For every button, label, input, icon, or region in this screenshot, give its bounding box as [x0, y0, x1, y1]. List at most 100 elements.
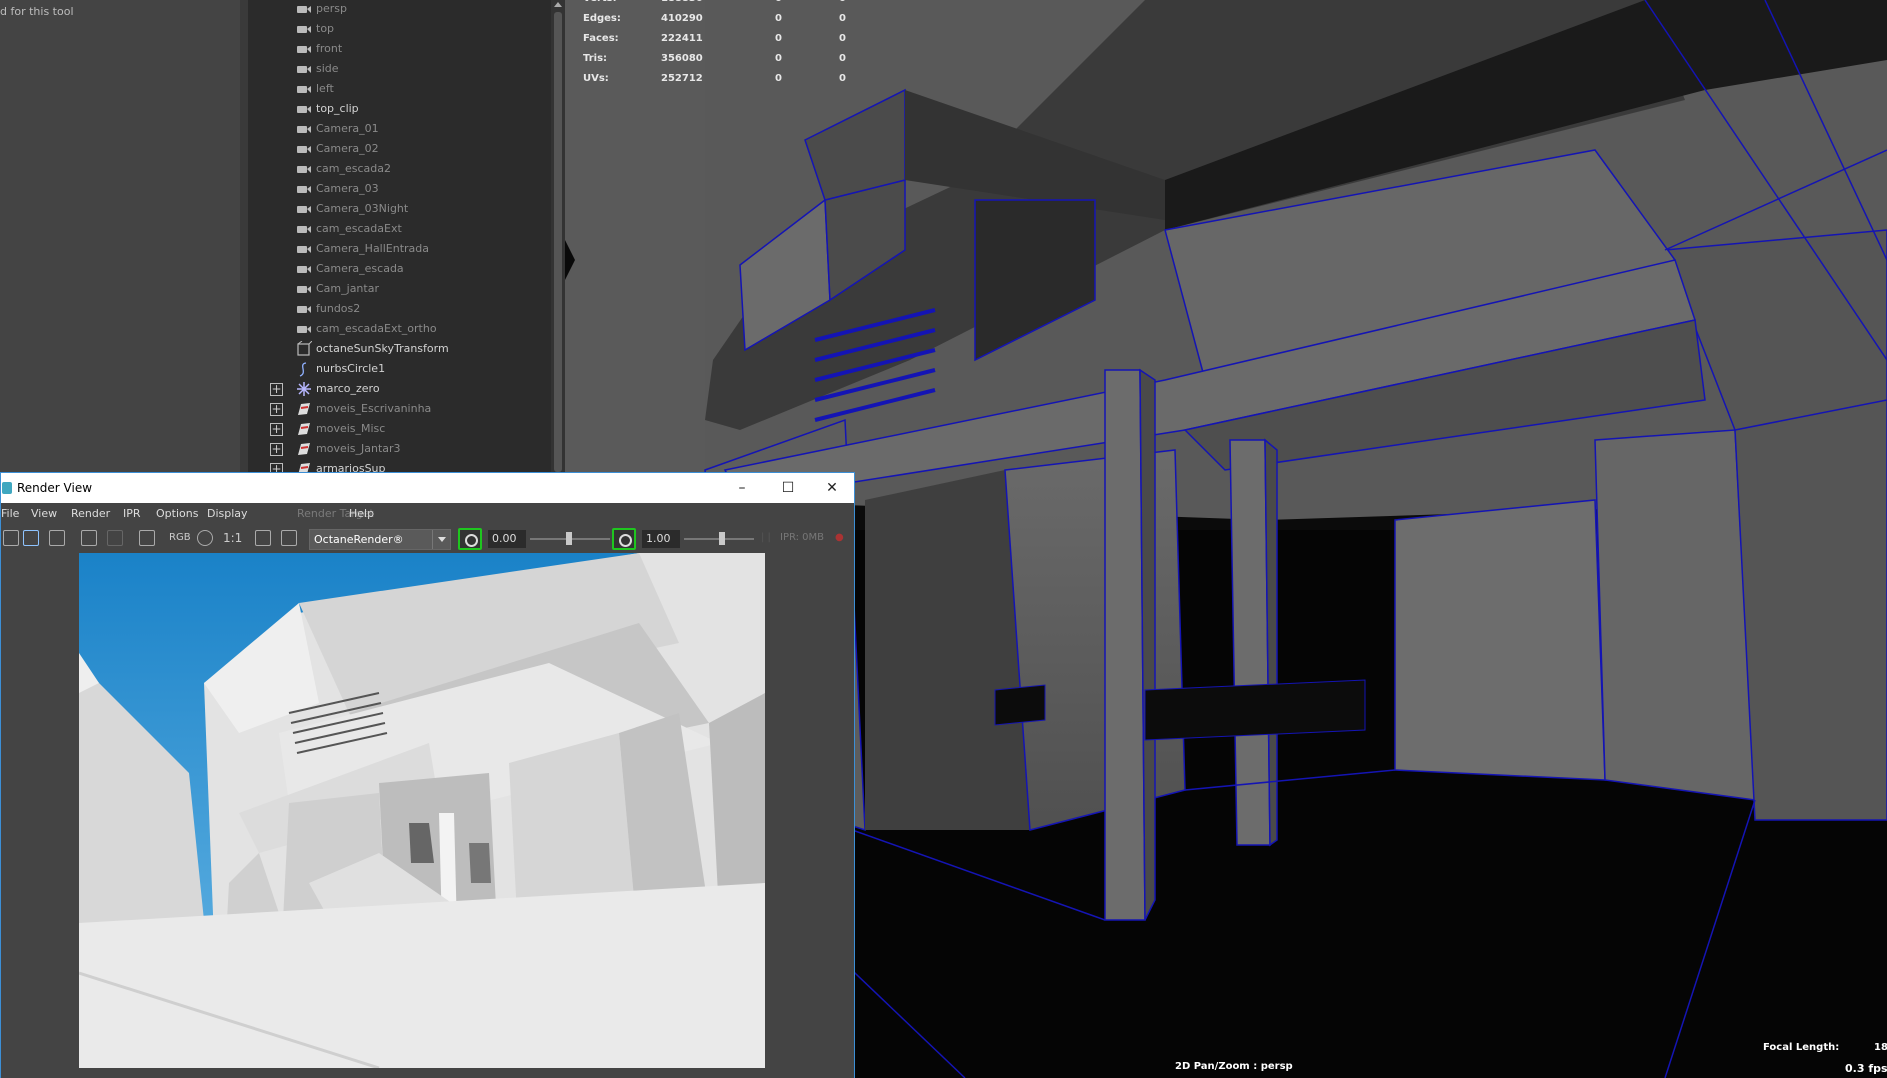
- stop-ipr-icon[interactable]: ●: [835, 532, 844, 543]
- camera-icon: [296, 221, 312, 237]
- mesh-group-icon: [296, 441, 312, 457]
- refresh-ipr-icon[interactable]: [107, 530, 123, 546]
- fps-readout: 0.3 fps: [1845, 1062, 1887, 1075]
- outliner-item[interactable]: octaneSunSkyTransform: [248, 339, 548, 359]
- tool-settings-panel: d for this tool: [0, 0, 240, 480]
- ipr-render-icon[interactable]: [81, 530, 97, 546]
- camera-icon: [296, 201, 312, 217]
- render-frame-icon[interactable]: [3, 530, 19, 546]
- outliner-item[interactable]: left: [248, 79, 548, 99]
- menu-item-view[interactable]: View: [31, 507, 57, 520]
- remove-image-icon[interactable]: [281, 530, 297, 546]
- outliner-item[interactable]: Camera_escada: [248, 259, 548, 279]
- outliner-item[interactable]: cam_escadaExt_ortho: [248, 319, 548, 339]
- camera-icon: [296, 101, 312, 117]
- menu-item-display[interactable]: Display: [207, 507, 248, 520]
- outliner-item-label: octaneSunSkyTransform: [316, 342, 449, 355]
- outliner-item-label: Camera_HallEntrada: [316, 242, 430, 255]
- outliner-item-label: front: [316, 42, 343, 55]
- gamma-field[interactable]: 1.00: [642, 530, 680, 548]
- outliner-item[interactable]: persp: [248, 0, 548, 19]
- chevron-down-icon[interactable]: [432, 530, 450, 549]
- render-view-titlebar[interactable]: Render View – ☐ ✕: [1, 473, 854, 503]
- expand-icon[interactable]: +: [270, 423, 283, 436]
- gamma-slider-knob[interactable]: [719, 532, 725, 545]
- outliner-item[interactable]: top: [248, 19, 548, 39]
- outliner-item-label: moveis_Misc: [316, 422, 386, 435]
- menu-item-ipr[interactable]: IPR: [123, 507, 141, 520]
- outliner-item[interactable]: side: [248, 59, 548, 79]
- snapshot-icon[interactable]: [49, 530, 65, 546]
- outliner-item[interactable]: cam_escadaExt: [248, 219, 548, 239]
- exposure-field[interactable]: 0.00: [488, 530, 526, 548]
- outliner-item[interactable]: Cam_jantar: [248, 279, 548, 299]
- outliner-item[interactable]: + marco_zero: [248, 379, 548, 399]
- ipr-memory-label: IPR: 0MB: [780, 532, 825, 543]
- render-view-window[interactable]: Render View – ☐ ✕ File View Render IPR Optio…: [0, 472, 855, 1078]
- render-canvas[interactable]: [1, 553, 854, 1078]
- outliner-item[interactable]: Camera_03Night: [248, 199, 548, 219]
- gamma-toggle-icon[interactable]: [612, 528, 636, 550]
- hud-value: 0: [775, 73, 782, 84]
- keep-image-icon[interactable]: [255, 530, 271, 546]
- render-sequence-icon[interactable]: [139, 530, 155, 546]
- rendered-image: [79, 553, 765, 1068]
- expand-icon[interactable]: +: [270, 443, 283, 456]
- outliner-item[interactable]: Camera_01: [248, 119, 548, 139]
- outliner-item-label: Camera_03: [316, 182, 379, 195]
- renderer-dropdown[interactable]: OctaneRender®: [309, 529, 451, 550]
- outliner-item[interactable]: Camera_02: [248, 139, 548, 159]
- outliner-item[interactable]: + moveis_Escrivaninha: [248, 399, 548, 419]
- outliner-item-label: moveis_Escrivaninha: [316, 402, 432, 415]
- scroll-up-arrow-icon[interactable]: [554, 2, 562, 7]
- rgb-channel-button[interactable]: RGB: [169, 532, 191, 543]
- outliner-item-label: cam_escadaExt_ortho: [316, 322, 437, 335]
- outliner-item[interactable]: fundos2: [248, 299, 548, 319]
- curve-icon: [296, 361, 312, 377]
- expand-icon[interactable]: +: [270, 403, 283, 416]
- menu-item-file[interactable]: File: [1, 507, 19, 520]
- tool-settings-message: d for this tool: [0, 5, 74, 18]
- scrollbar-thumb[interactable]: [554, 12, 562, 472]
- outliner-item-label: side: [316, 62, 339, 75]
- outliner-item-label: moveis_Jantar3: [316, 442, 401, 455]
- outliner-item[interactable]: Camera_03: [248, 179, 548, 199]
- outliner-item[interactable]: + moveis_Jantar3: [248, 439, 548, 459]
- menu-item-help[interactable]: Help: [349, 507, 374, 520]
- hud-value: 252712: [661, 73, 703, 84]
- hud-value: 222411: [661, 33, 703, 44]
- render-view-toolbar: RGB 1:1 OctaneRender® 0.00 1.00 | | IPR:…: [1, 525, 854, 553]
- minimize-button[interactable]: –: [719, 473, 765, 503]
- exposure-slider[interactable]: [530, 532, 610, 545]
- outliner-scrollbar[interactable]: [551, 0, 565, 480]
- maya-app-icon: [2, 482, 12, 494]
- mesh-group-icon: [296, 421, 312, 437]
- pause-ipr-icon[interactable]: | |: [761, 532, 771, 543]
- exposure-toggle-icon[interactable]: [458, 528, 482, 550]
- gamma-slider[interactable]: [684, 532, 754, 545]
- outliner-item[interactable]: Camera_HallEntrada: [248, 239, 548, 259]
- render-region-icon[interactable]: [23, 530, 39, 546]
- outliner-item[interactable]: front: [248, 39, 548, 59]
- outliner-item-label: Camera_escada: [316, 262, 404, 275]
- sunsky-icon: [296, 340, 313, 357]
- outliner-item-label: Camera_01: [316, 122, 379, 135]
- alpha-channel-icon[interactable]: [197, 530, 213, 546]
- outliner-item[interactable]: nurbsCircle1: [248, 359, 548, 379]
- expand-icon[interactable]: +: [270, 383, 283, 396]
- menu-item-options[interactable]: Options: [156, 507, 198, 520]
- maximize-button[interactable]: ☐: [765, 473, 811, 503]
- outliner-item[interactable]: top_clip: [248, 99, 548, 119]
- outliner-panel[interactable]: persp top front side left top_clip Camera_01 Ca…: [240, 0, 565, 480]
- focal-length-value: 18: [1874, 1042, 1887, 1053]
- outliner-item[interactable]: cam_escada2: [248, 159, 548, 179]
- real-size-button[interactable]: 1:1: [223, 531, 242, 545]
- menu-item-render[interactable]: Render: [71, 507, 110, 520]
- exposure-slider-knob[interactable]: [566, 532, 572, 545]
- hud-value: 0: [839, 13, 846, 24]
- outliner-item[interactable]: + moveis_Misc: [248, 419, 548, 439]
- focal-length-label: Focal Length:: [1763, 1042, 1840, 1053]
- maya-workspace: d for this tool persp top front side left top…: [0, 0, 1887, 1078]
- hud-value: 410290: [661, 13, 703, 24]
- close-button[interactable]: ✕: [809, 473, 855, 503]
